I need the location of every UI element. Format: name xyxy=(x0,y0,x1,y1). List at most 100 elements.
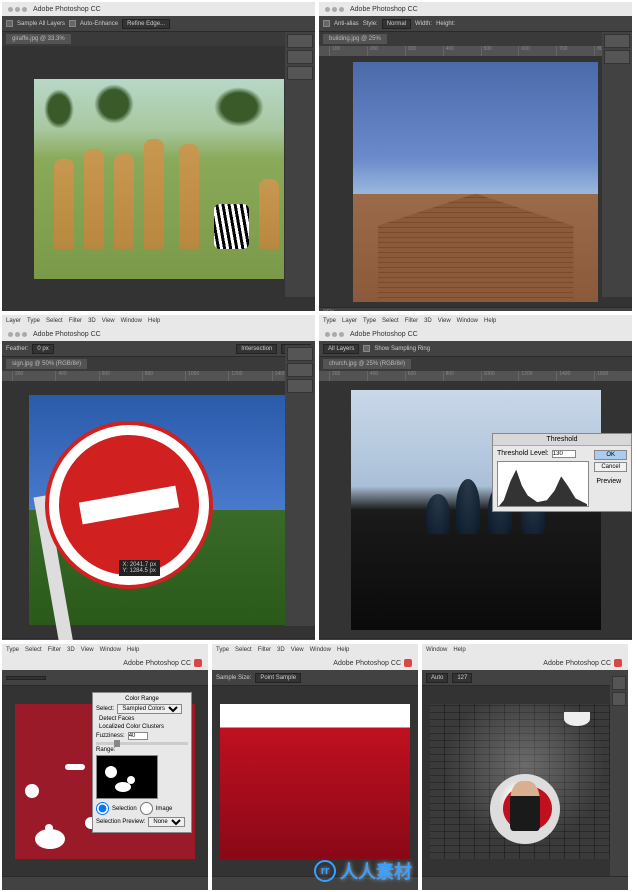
panel-icon[interactable] xyxy=(287,347,313,361)
menu-item[interactable]: Filter xyxy=(48,647,61,653)
macos-max[interactable] xyxy=(339,332,344,337)
menu-item[interactable]: Help xyxy=(484,318,496,324)
canvas[interactable]: Threshold Threshold Level: OK Cancel Pre… xyxy=(319,381,632,638)
menu-item[interactable]: Select xyxy=(25,647,42,653)
menu-item[interactable]: 3D xyxy=(67,647,75,653)
panel-icon[interactable] xyxy=(287,50,313,64)
menu-item[interactable]: Filter xyxy=(405,318,418,324)
image-radio[interactable] xyxy=(140,802,153,815)
intersection-button[interactable]: Intersection xyxy=(236,344,277,354)
menu-item[interactable]: Window xyxy=(121,318,142,324)
sel-preview-dropdown[interactable]: None xyxy=(148,817,185,827)
menu-item[interactable]: Type xyxy=(363,318,376,324)
doc-tab[interactable]: building.jpg @ 25% xyxy=(323,34,387,44)
menu-item[interactable]: Help xyxy=(453,647,465,653)
refine-edge-button[interactable]: Refine Edge... xyxy=(122,19,170,29)
canvas[interactable]: Color Range Select:Sampled Colors Detect… xyxy=(2,686,208,876)
tool-preset[interactable] xyxy=(6,676,46,680)
opt-sampling-ring[interactable]: Show Sampling Ring xyxy=(374,346,430,352)
value-input[interactable]: 127 xyxy=(452,673,472,683)
canvas[interactable] xyxy=(319,56,632,307)
menu-item[interactable]: Filter xyxy=(258,647,271,653)
sample-source[interactable]: All Layers xyxy=(323,344,359,354)
panel-icon[interactable] xyxy=(612,692,626,706)
menu-item[interactable]: Help xyxy=(337,647,349,653)
selection-radio[interactable] xyxy=(96,802,109,815)
menu-item[interactable]: View xyxy=(438,318,451,324)
menu-item[interactable]: Select xyxy=(46,318,63,324)
checkbox[interactable] xyxy=(6,20,13,27)
canvas[interactable] xyxy=(422,686,628,876)
fuzziness-slider[interactable] xyxy=(96,742,188,745)
select-dropdown[interactable]: Sampled Colors xyxy=(117,704,182,714)
win-close[interactable] xyxy=(194,659,202,667)
macos-max[interactable] xyxy=(22,7,27,12)
menu-item[interactable]: Filter xyxy=(69,318,82,324)
win-close[interactable] xyxy=(614,659,622,667)
histogram xyxy=(497,461,589,507)
menu-item[interactable]: Help xyxy=(148,318,160,324)
macos-min[interactable] xyxy=(15,332,20,337)
style-select[interactable]: Normal xyxy=(382,19,411,29)
menu-item[interactable]: View xyxy=(291,647,304,653)
status-bar xyxy=(2,876,208,890)
menu-item[interactable]: 3D xyxy=(424,318,432,324)
canvas[interactable] xyxy=(212,686,418,876)
menu-item[interactable]: Layer xyxy=(342,318,357,324)
panel-icon[interactable] xyxy=(612,676,626,690)
threshold-input[interactable] xyxy=(552,450,576,458)
doc-tab[interactable]: sign.jpg @ 50% (RGB/8#) xyxy=(6,359,87,369)
opt-anti-alias[interactable]: Anti-alias xyxy=(334,21,359,27)
doc-tab[interactable]: church.jpg @ 25% (RGB/8#) xyxy=(323,359,411,369)
menu-item[interactable]: Window xyxy=(426,647,447,653)
checkbox[interactable] xyxy=(323,20,330,27)
menu-item[interactable]: Type xyxy=(27,318,40,324)
menu-item[interactable]: Type xyxy=(216,647,229,653)
menu-item[interactable]: 3D xyxy=(277,647,285,653)
canvas[interactable] xyxy=(2,46,315,311)
panel-icon[interactable] xyxy=(287,379,313,393)
options-bar: Sample All Layers Auto-Enhance Refine Ed… xyxy=(2,16,315,32)
macos-close[interactable] xyxy=(325,332,330,337)
menu-item[interactable]: Type xyxy=(323,318,336,324)
macos-min[interactable] xyxy=(332,332,337,337)
feather-input[interactable]: 0 px xyxy=(32,344,53,354)
menu-item[interactable]: View xyxy=(102,318,115,324)
panel-icon[interactable] xyxy=(604,50,630,64)
checkbox[interactable] xyxy=(69,20,76,27)
sample-size-select[interactable]: Point Sample xyxy=(255,673,301,683)
menu-item[interactable]: Window xyxy=(100,647,121,653)
ok-button[interactable]: OK xyxy=(594,450,627,460)
cancel-button[interactable]: Cancel xyxy=(594,462,627,472)
doc-tab[interactable]: giraffe.jpg @ 33.3% xyxy=(6,34,71,44)
menu-item[interactable]: Help xyxy=(127,647,139,653)
menu-item[interactable]: Select xyxy=(382,318,399,324)
macos-close[interactable] xyxy=(8,7,13,12)
fuzziness-input[interactable] xyxy=(128,732,148,740)
macos-close[interactable] xyxy=(325,7,330,12)
macos-min[interactable] xyxy=(15,7,20,12)
win-close[interactable] xyxy=(404,659,412,667)
menu-item[interactable]: Window xyxy=(310,647,331,653)
watermark: rr人人素材 xyxy=(314,858,412,884)
menu-item[interactable]: Layer xyxy=(6,318,21,324)
opt-auto-enhance[interactable]: Auto-Enhance xyxy=(80,21,118,27)
macos-close[interactable] xyxy=(8,332,13,337)
menu-item[interactable]: Type xyxy=(6,647,19,653)
auto-button[interactable]: Auto xyxy=(426,673,448,683)
menu-item[interactable]: Window xyxy=(457,318,478,324)
panel-icon[interactable] xyxy=(287,363,313,377)
macos-max[interactable] xyxy=(339,7,344,12)
panel-icon[interactable] xyxy=(604,34,630,48)
canvas[interactable]: X: 2041.7 pxY: 1284.5 px xyxy=(2,381,315,638)
macos-min[interactable] xyxy=(332,7,337,12)
panel-icon[interactable] xyxy=(287,66,313,80)
macos-max[interactable] xyxy=(22,332,27,337)
menu-item[interactable]: Select xyxy=(235,647,252,653)
opt-sample-all[interactable]: Sample All Layers xyxy=(17,21,65,27)
zoom-level[interactable]: 25% xyxy=(323,310,335,311)
checkbox[interactable] xyxy=(363,345,370,352)
panel-icon[interactable] xyxy=(287,34,313,48)
menu-item[interactable]: 3D xyxy=(88,318,96,324)
menu-item[interactable]: View xyxy=(81,647,94,653)
